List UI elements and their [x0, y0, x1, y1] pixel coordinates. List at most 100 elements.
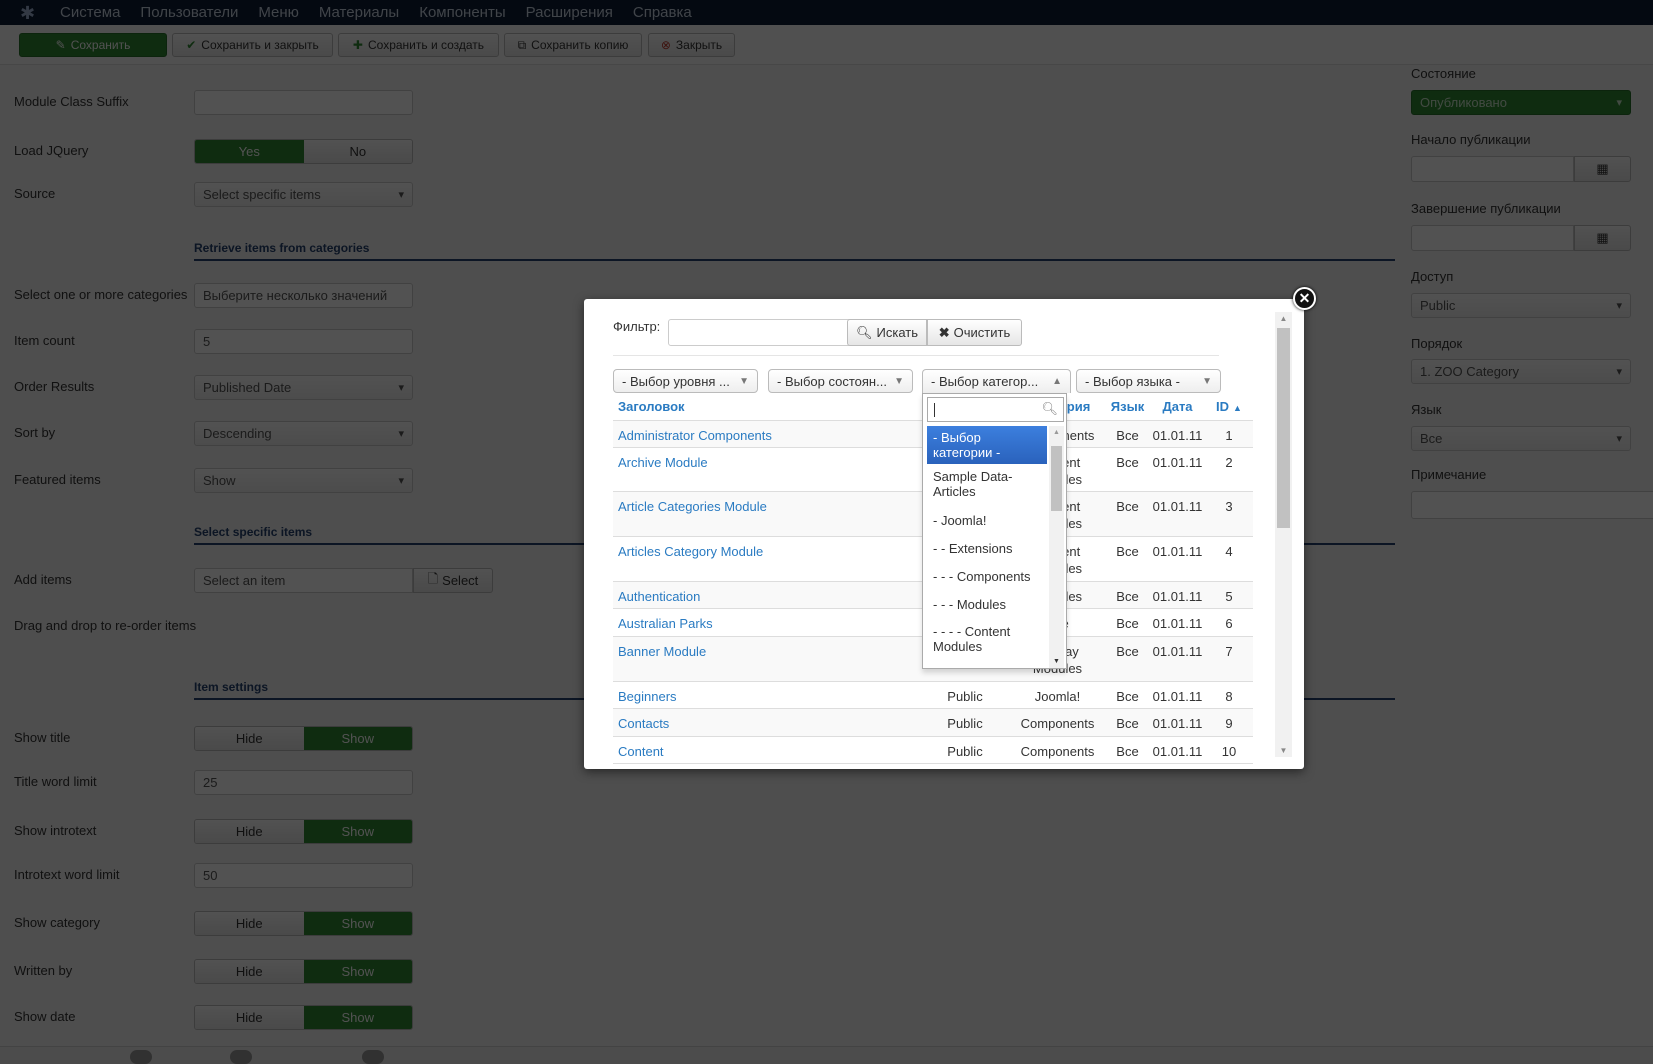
category-option[interactable]: - - - Modules [927, 591, 1047, 619]
scroll-down-icon[interactable]: ▼ [1275, 746, 1292, 755]
select-item-button[interactable]: 🗋 Select [413, 568, 493, 593]
toolbar: ✎ Сохранить ✔ Сохранить и закрыть ✚ Сохранить… [0, 25, 1653, 65]
modal-scrollbar[interactable]: ▲ ▼ [1275, 312, 1292, 757]
toggle-option-yes[interactable]: Yes [195, 140, 304, 163]
filter-input[interactable] [668, 319, 877, 346]
search-button[interactable]: 🔍︎ Искать [847, 319, 927, 346]
category-option[interactable]: - - - Components [927, 563, 1047, 591]
category-option[interactable]: - - Extensions [927, 535, 1047, 563]
item-title-link[interactable]: Administrator Components [613, 420, 920, 448]
item-title-link[interactable]: Content [613, 736, 920, 764]
access-select[interactable]: Public [1411, 293, 1631, 318]
scrollbar-thumb[interactable] [1277, 328, 1290, 528]
nav-menu-item[interactable]: Компоненты [419, 4, 505, 21]
toolbar-button-4[interactable]: ⧉ Сохранить копию [504, 33, 642, 57]
clear-button[interactable]: ✖ Очистить [927, 319, 1022, 346]
access-label: Доступ [1411, 269, 1454, 284]
scrollbar-thumb[interactable] [1051, 446, 1062, 511]
text-input[interactable]: 25 [194, 770, 413, 795]
text-input[interactable] [194, 90, 413, 115]
scroll-down-icon[interactable]: ▼ [1053, 658, 1060, 665]
filter-select[interactable]: - Выбор уровня ... ▼ [613, 369, 758, 393]
toggle-option-no[interactable]: No [303, 140, 412, 163]
select-dropdown[interactable]: Show [194, 468, 413, 493]
item-title-link[interactable]: Beginners [613, 681, 920, 709]
toggle-option-show[interactable]: Show [303, 820, 412, 843]
publish-up-input[interactable] [1411, 156, 1574, 182]
divider [613, 355, 1219, 356]
select-value: Published Date [203, 380, 292, 395]
column-header-1[interactable]: Заголовок [613, 393, 920, 421]
toggle-option-show[interactable]: Show [303, 727, 412, 750]
nav-menu-item[interactable]: Пользователи [140, 4, 238, 21]
nav-menu-item[interactable]: Меню [258, 4, 299, 21]
column-header-4[interactable]: Язык [1105, 393, 1150, 421]
field-label: Written by [14, 963, 73, 978]
text-input[interactable]: 50 [194, 863, 413, 888]
filter-select[interactable]: - Выбор категор... ▲ [922, 369, 1071, 393]
toolbar-button-3[interactable]: ✚ Сохранить и создать [338, 33, 499, 57]
joomla-logo-icon[interactable]: ✱ [20, 4, 38, 22]
note-input[interactable] [1411, 491, 1653, 519]
category-option[interactable]: - Выбор категории - [927, 426, 1047, 464]
select-dropdown[interactable]: Published Date [194, 375, 413, 400]
ordering-select[interactable]: 1. ZOO Category [1411, 359, 1631, 384]
filter-select[interactable]: - Выбор языка - ▼ [1076, 369, 1221, 393]
toggle-option-hide[interactable]: Hide [195, 1006, 304, 1029]
field-label: Order Results [14, 379, 95, 394]
scroll-up-icon[interactable]: ▲ [1053, 429, 1060, 436]
plus-icon: ✚ [352, 38, 363, 52]
nav-menu-item[interactable]: Система [60, 4, 120, 21]
status-badge-icon[interactable] [130, 1050, 152, 1064]
item-title-link[interactable]: Australian Parks [613, 608, 920, 637]
toolbar-button-5[interactable]: ⊗ Закрыть [648, 33, 735, 57]
modal-close-button[interactable]: ✕ [1293, 287, 1316, 310]
item-picker-input[interactable]: Select an item [194, 568, 413, 593]
category-option[interactable]: Sample Data-Articles [927, 464, 1047, 507]
toolbar-button-1[interactable]: ✎ Сохранить [19, 33, 167, 57]
nav-menu-item[interactable]: Справка [633, 4, 692, 21]
nav-menu-item[interactable]: Материалы [319, 4, 399, 21]
toolbar-button-label: Сохранить [70, 38, 131, 52]
category-dropdown: 🔍︎ - Выбор категории - Sample Data-Articl… [922, 393, 1067, 669]
category-option[interactable]: - - - - Content Modules [927, 619, 1047, 662]
state-select[interactable]: Опубликовано [1411, 90, 1631, 115]
table-cell: 01.01.11 [1150, 681, 1205, 709]
toggle-option-hide[interactable]: Hide [195, 727, 304, 750]
dropdown-scrollbar[interactable]: ▲ ▼ [1049, 426, 1064, 668]
publish-up-calendar-button[interactable]: ▦ [1574, 156, 1631, 182]
toggle-option-show[interactable]: Show [303, 1006, 412, 1029]
scroll-up-icon[interactable]: ▲ [1275, 314, 1292, 323]
status-badge-icon[interactable] [230, 1050, 252, 1064]
table-cell: Все [1105, 491, 1150, 537]
filter-select[interactable]: - Выбор состоян... ▼ [768, 369, 913, 393]
toggle-option-show[interactable]: Show [303, 960, 412, 983]
publish-down-input[interactable] [1411, 225, 1574, 251]
toggle-option-hide[interactable]: Hide [195, 820, 304, 843]
select-dropdown[interactable]: Select specific items [194, 182, 413, 207]
column-header-5[interactable]: Дата [1150, 393, 1205, 421]
toggle-option-hide[interactable]: Hide [195, 912, 304, 935]
item-title-link[interactable]: Contacts [613, 708, 920, 737]
select-dropdown[interactable]: Descending [194, 421, 413, 446]
close-icon: ✕ [1298, 290, 1311, 306]
language-select[interactable]: Все [1411, 426, 1631, 451]
toggle-option-show[interactable]: Show [303, 912, 412, 935]
category-option[interactable]: - - - - User [927, 662, 1047, 668]
category-search-input[interactable]: 🔍︎ [927, 397, 1064, 422]
toolbar-button-2[interactable]: ✔ Сохранить и закрыть [172, 33, 333, 57]
item-title-link[interactable]: Article Categories Module [613, 491, 920, 537]
item-title-link[interactable]: Banner Module [613, 636, 920, 682]
category-option[interactable]: - Joomla! [927, 507, 1047, 535]
item-title-link[interactable]: Articles Category Module [613, 536, 920, 582]
nav-menu-item[interactable]: Расширения [526, 4, 613, 21]
item-title-link[interactable]: Authentication [613, 581, 920, 609]
text-input[interactable]: 5 [194, 329, 413, 354]
toggle-option-hide[interactable]: Hide [195, 960, 304, 983]
publish-down-calendar-button[interactable]: ▦ [1574, 225, 1631, 251]
item-title-link[interactable]: Archive Module [613, 447, 920, 492]
column-header-6[interactable]: ID ▲ [1205, 393, 1253, 421]
status-badge-icon[interactable] [362, 1050, 384, 1064]
text-input[interactable]: Выберите несколько значений [194, 283, 413, 308]
table-cell: Все [1105, 608, 1150, 637]
